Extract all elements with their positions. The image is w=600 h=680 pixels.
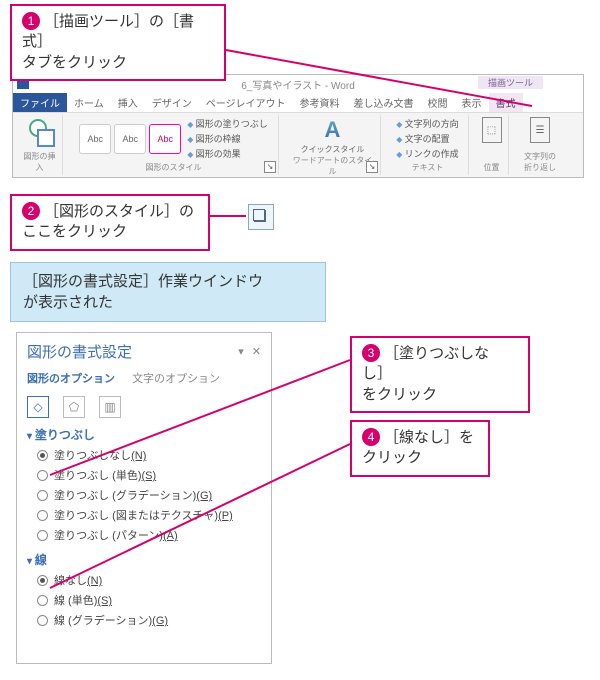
wordart-icon[interactable]: A	[325, 117, 341, 143]
wordart-dialog-launcher[interactable]: ↘	[366, 161, 378, 173]
tab-insert[interactable]: 挿入	[111, 93, 145, 112]
shape-style-thumb[interactable]: Abc	[149, 124, 181, 154]
radio-icon	[37, 575, 48, 586]
tab-review[interactable]: 校閲	[421, 93, 455, 112]
callout-4-line1: ［線なし］を	[384, 429, 474, 446]
callout-1-num: 1	[22, 12, 40, 30]
group-insert-shapes: 図形の挿入	[17, 115, 63, 175]
shape-styles-dialog-launcher[interactable]: ↘	[264, 161, 276, 173]
group-label-shape-styles: 図形のスタイル	[146, 162, 202, 173]
pane-title: 図形の書式設定	[27, 341, 132, 362]
effects-category-icon[interactable]: ⬠	[63, 396, 85, 418]
line-options: 線なし(N) 線 (単色)(S) 線 (グラデーション)(G)	[37, 572, 261, 628]
tab-file[interactable]: ファイル	[13, 93, 67, 112]
group-label-wrap: 文字列の折り返し	[521, 151, 559, 173]
tab-home[interactable]: ホーム	[67, 93, 111, 112]
group-wordart-styles: A クイックスタイル ワードアートのスタイル ↘	[285, 115, 381, 175]
tab-design[interactable]: デザイン	[145, 93, 199, 112]
group-wrap-text: ☰ 文字列の折り返し	[515, 115, 565, 175]
tab-text-options[interactable]: 文字のオプション	[132, 373, 220, 385]
shape-style-thumb[interactable]: Abc	[114, 124, 146, 154]
group-label-text: テキスト	[412, 162, 444, 173]
text-direction-button[interactable]: 文字列の方向	[396, 117, 458, 130]
layout-category-icon[interactable]: ▥	[99, 396, 121, 418]
info-note-line2: が表示された	[23, 294, 113, 311]
pane-dropdown-icon[interactable]: ▾	[238, 345, 244, 358]
callout-1: 1［描画ツール］の［書式］ タブをクリック	[10, 4, 226, 81]
pane-close-icon[interactable]: ✕	[252, 345, 261, 358]
line-solid-option[interactable]: 線 (単色)(S)	[37, 592, 261, 608]
tab-mailings[interactable]: 差し込み文書	[347, 93, 421, 112]
document-title: 6_写真やイラスト - Word	[241, 77, 355, 92]
fill-none-option[interactable]: 塗りつぶしなし(N)	[37, 447, 261, 463]
tab-format[interactable]: 書式	[489, 93, 523, 112]
contextual-tab-drawing-tools: 描画ツール	[478, 76, 543, 89]
ribbon-body: 図形の挿入 Abc Abc Abc 図形の塗りつぶし 図形の枠線 図形の効果 図…	[13, 113, 583, 177]
dialog-launcher-icon[interactable]	[248, 204, 274, 230]
callout-4: 4［線なし］を クリック	[350, 420, 490, 477]
shape-effects-button[interactable]: 図形の効果	[187, 147, 240, 160]
radio-icon	[37, 615, 48, 626]
callout-4-line2: クリック	[362, 449, 422, 466]
radio-icon	[37, 490, 48, 501]
callout-4-num: 4	[362, 428, 380, 446]
radio-icon	[37, 450, 48, 461]
callout-3: 3［塗りつぶしなし］ をクリック	[350, 336, 530, 413]
shape-style-gallery[interactable]: Abc Abc Abc	[79, 124, 181, 154]
radio-icon	[37, 470, 48, 481]
group-label-insert-shapes: 図形の挿入	[23, 151, 56, 173]
callout-3-num: 3	[362, 344, 380, 362]
tab-shape-options[interactable]: 図形のオプション	[27, 373, 115, 385]
tab-references[interactable]: 参考資料	[293, 93, 347, 112]
fill-gradient-option[interactable]: 塗りつぶし (グラデーション)(G)	[37, 487, 261, 503]
tab-layout[interactable]: ページレイアウト	[199, 93, 293, 112]
callout-3-line2: をクリック	[362, 386, 437, 403]
section-line-header[interactable]: 線	[27, 551, 261, 568]
fill-picture-option[interactable]: 塗りつぶし (図またはテクスチャ)(P)	[37, 507, 261, 523]
format-shape-pane: 図形の書式設定 ▾ ✕ 図形のオプション 文字のオプション ◇ ⬠ ▥ 塗りつぶ…	[16, 332, 272, 664]
callout-1-line2: タブをクリック	[22, 54, 127, 71]
callout-3-line1: ［塗りつぶしなし］	[362, 345, 489, 382]
shape-fill-button[interactable]: 図形の塗りつぶし	[187, 117, 267, 130]
wrap-text-icon[interactable]: ☰	[530, 117, 550, 143]
group-label-wordart: ワードアートのスタイル	[291, 155, 374, 177]
info-note: ［図形の書式設定］作業ウインドウ が表示された	[10, 262, 326, 322]
line-gradient-option[interactable]: 線 (グラデーション)(G)	[37, 612, 261, 628]
callout-2: 2［図形のスタイル］の ここをクリック	[10, 194, 210, 251]
position-icon[interactable]: ⬚	[482, 117, 502, 143]
fill-options: 塗りつぶしなし(N) 塗りつぶし (単色)(S) 塗りつぶし (グラデーション)…	[37, 447, 261, 543]
align-text-button[interactable]: 文字の配置	[396, 132, 449, 145]
radio-icon	[37, 530, 48, 541]
ribbon-tabs: ファイル ホーム 挿入 デザイン ページレイアウト 参考資料 差し込み文書 校閲…	[13, 93, 583, 113]
word-ribbon: 6_写真やイラスト - Word 描画ツール ファイル ホーム 挿入 デザイン …	[12, 74, 584, 178]
radio-icon	[37, 510, 48, 521]
section-fill-header[interactable]: 塗りつぶし	[27, 426, 261, 443]
fill-solid-option[interactable]: 塗りつぶし (単色)(S)	[37, 467, 261, 483]
insert-shapes-icon[interactable]	[27, 117, 53, 151]
create-link-button[interactable]: リンクの作成	[396, 147, 458, 160]
callout-2-num: 2	[22, 202, 40, 220]
quick-styles-button[interactable]: クイックスタイル	[301, 144, 365, 155]
group-position: ⬚ 位置	[475, 115, 509, 175]
tab-view[interactable]: 表示	[455, 93, 489, 112]
callout-1-line1: ［描画ツール］の［書式］	[22, 13, 194, 50]
line-none-option[interactable]: 線なし(N)	[37, 572, 261, 588]
shape-outline-button[interactable]: 図形の枠線	[187, 132, 240, 145]
callout-2-line2: ここをクリック	[22, 223, 127, 240]
info-note-line1: ［図形の書式設定］作業ウインドウ	[23, 273, 263, 290]
shape-style-thumb[interactable]: Abc	[79, 124, 111, 154]
callout-2-line1: ［図形のスタイル］の	[44, 203, 194, 220]
group-label-position: 位置	[484, 162, 500, 173]
fill-pattern-option[interactable]: 塗りつぶし (パターン)(A)	[37, 527, 261, 543]
group-text: 文字列の方向 文字の配置 リンクの作成 テキスト	[387, 115, 469, 175]
fill-line-category-icon[interactable]: ◇	[27, 396, 49, 418]
radio-icon	[37, 595, 48, 606]
group-shape-styles: Abc Abc Abc 図形の塗りつぶし 図形の枠線 図形の効果 図形のスタイル…	[69, 115, 279, 175]
